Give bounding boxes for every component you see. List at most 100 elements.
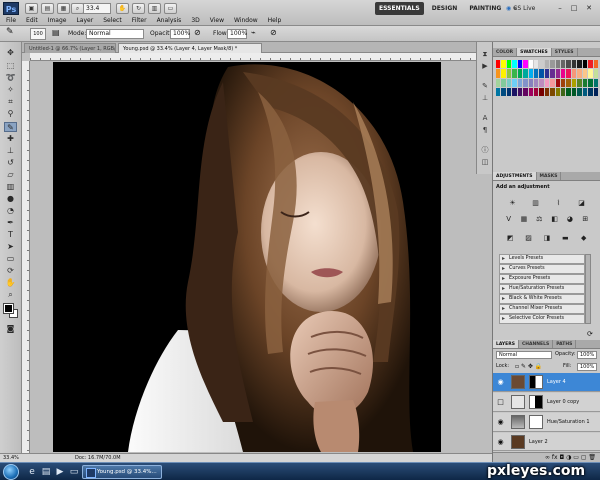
type-tool-icon[interactable]: T [4, 230, 17, 240]
foreground-color-swatch[interactable] [3, 303, 14, 314]
color-swatch[interactable] [506, 60, 512, 69]
color-swatch[interactable] [523, 78, 528, 87]
vibrance-icon[interactable]: V [504, 215, 513, 224]
quick-mask-icon[interactable]: ◙ [4, 324, 17, 334]
eraser-tool-icon[interactable]: ▱ [4, 170, 17, 180]
menu-layer[interactable]: Layer [71, 16, 98, 26]
layer-row-layer-4[interactable]: ◉ Layer 4 [493, 373, 600, 392]
color-swatch[interactable] [582, 69, 588, 78]
navigator-panel-icon[interactable]: ◫ [480, 158, 490, 167]
color-swatch[interactable] [593, 78, 598, 87]
color-swatch[interactable] [528, 69, 533, 78]
color-swatch[interactable] [555, 69, 561, 78]
color-swatch[interactable] [561, 78, 566, 87]
color-swatch[interactable] [517, 69, 523, 78]
zoom-tool-icon-panel[interactable]: ⌕ [4, 290, 17, 300]
color-swatch[interactable] [561, 60, 566, 69]
tab-channels[interactable]: CHANNELS [519, 340, 554, 348]
color-swatch[interactable] [582, 87, 588, 96]
preset-channel-mixer[interactable]: Channel Mixer Presets [499, 304, 585, 314]
flow-input[interactable]: 100% [227, 29, 247, 39]
close-button[interactable]: ✕ [583, 3, 595, 13]
color-swatch[interactable] [588, 87, 593, 96]
healing-brush-tool-icon[interactable]: ✚ [4, 134, 17, 144]
color-swatch[interactable] [539, 87, 544, 96]
color-swatch[interactable] [550, 78, 555, 87]
preset-hue-saturation[interactable]: Hue/Saturation Presets [499, 284, 585, 294]
color-swatch[interactable] [512, 78, 517, 87]
eyedropper-tool-icon[interactable]: ⚲ [4, 109, 17, 119]
workspace-design[interactable]: DESIGN [428, 2, 462, 15]
actions-panel-icon[interactable]: ▶ [480, 62, 490, 71]
color-swatch[interactable] [506, 78, 512, 87]
photo-filter-icon[interactable]: ◕ [565, 215, 574, 224]
quicklaunch-explorer-icon[interactable]: ▤ [40, 466, 52, 478]
menu-window[interactable]: Window [229, 16, 263, 26]
color-swatch[interactable] [523, 87, 528, 96]
paragraph-panel-icon[interactable]: ¶ [480, 126, 490, 135]
layer-row-layer-0-copy[interactable]: □ Layer 0 copy [493, 393, 600, 412]
black-white-icon[interactable]: ◧ [550, 215, 559, 224]
maximize-button[interactable]: □ [568, 3, 580, 13]
color-swatch[interactable] [571, 60, 577, 69]
levels-icon[interactable]: ▥ [531, 199, 540, 208]
zoom-level[interactable]: 33.4 [83, 3, 111, 14]
workspace-painting[interactable]: PAINTING [465, 2, 505, 15]
preset-levels[interactable]: Levels Presets [499, 254, 585, 264]
brush-tool-preset-icon[interactable]: ✎ [6, 27, 14, 37]
color-swatch[interactable] [523, 69, 528, 78]
blur-tool-icon[interactable]: ● [4, 194, 17, 204]
3d-rotate-tool-icon[interactable]: ⟳ [4, 266, 17, 276]
history-brush-tool-icon[interactable]: ↺ [4, 158, 17, 168]
preset-curves[interactable]: Curves Presets [499, 264, 585, 274]
menu-3d[interactable]: 3D [186, 16, 204, 26]
color-swatch[interactable] [555, 78, 561, 87]
color-swatch[interactable] [517, 87, 523, 96]
color-swatch[interactable] [496, 78, 501, 87]
color-swatch[interactable] [577, 78, 582, 87]
hue-saturation-icon[interactable]: ▦ [519, 215, 528, 224]
color-swatch[interactable] [528, 60, 533, 69]
color-swatch[interactable] [544, 60, 550, 69]
color-swatch[interactable] [593, 69, 598, 78]
color-swatch[interactable] [577, 60, 582, 69]
hand-tool-icon-panel[interactable]: ✋ [4, 278, 17, 288]
menu-help[interactable]: Help [263, 16, 287, 26]
color-swatch[interactable] [539, 69, 544, 78]
color-swatch[interactable] [588, 69, 593, 78]
color-swatch[interactable] [539, 78, 544, 87]
selective-color-icon[interactable]: ◆ [579, 234, 588, 243]
brush-panel-icon[interactable]: ✎ [480, 82, 490, 91]
lock-icons[interactable]: ▫ ✎ ✥ 🔒 [515, 362, 542, 371]
menu-view[interactable]: View [205, 16, 229, 26]
marquee-tool-icon[interactable]: ⬚ [4, 61, 17, 71]
color-swatch[interactable] [571, 78, 577, 87]
layer-mask-thumbnail[interactable] [529, 395, 543, 409]
color-swatch[interactable] [517, 78, 523, 87]
preset-selective-color[interactable]: Selective Color Presets [499, 314, 585, 324]
preset-exposure[interactable]: Exposure Presets [499, 274, 585, 284]
menu-image[interactable]: Image [43, 16, 72, 26]
color-swatch[interactable] [571, 87, 577, 96]
color-swatch[interactable] [512, 87, 517, 96]
hand-tool-icon[interactable]: ✋ [116, 3, 129, 14]
brush-panel-toggle-icon[interactable]: ▤ [52, 28, 60, 38]
color-swatch[interactable] [496, 60, 501, 69]
color-swatch[interactable] [533, 78, 539, 87]
tab-color[interactable]: COLOR [493, 48, 518, 56]
info-panel-icon[interactable]: ⓘ [480, 146, 490, 155]
color-swatch[interactable] [582, 78, 588, 87]
status-document-size[interactable]: Doc: 16.7M/70.0M [75, 454, 121, 462]
path-selection-tool-icon[interactable]: ➤ [4, 242, 17, 252]
color-swatch[interactable] [561, 69, 566, 78]
color-swatch[interactable] [523, 60, 528, 69]
color-swatch[interactable] [517, 60, 523, 69]
menu-filter[interactable]: Filter [127, 16, 152, 26]
color-swatch[interactable] [566, 60, 571, 69]
quicklaunch-ie-icon[interactable]: e [26, 466, 38, 478]
character-panel-icon[interactable]: A [480, 114, 490, 123]
brush-size-picker[interactable]: 100 [30, 28, 46, 40]
workspace-essentials[interactable]: ESSENTIALS [375, 2, 424, 15]
color-swatch[interactable] [588, 78, 593, 87]
tab-layers[interactable]: LAYERS [493, 340, 519, 348]
